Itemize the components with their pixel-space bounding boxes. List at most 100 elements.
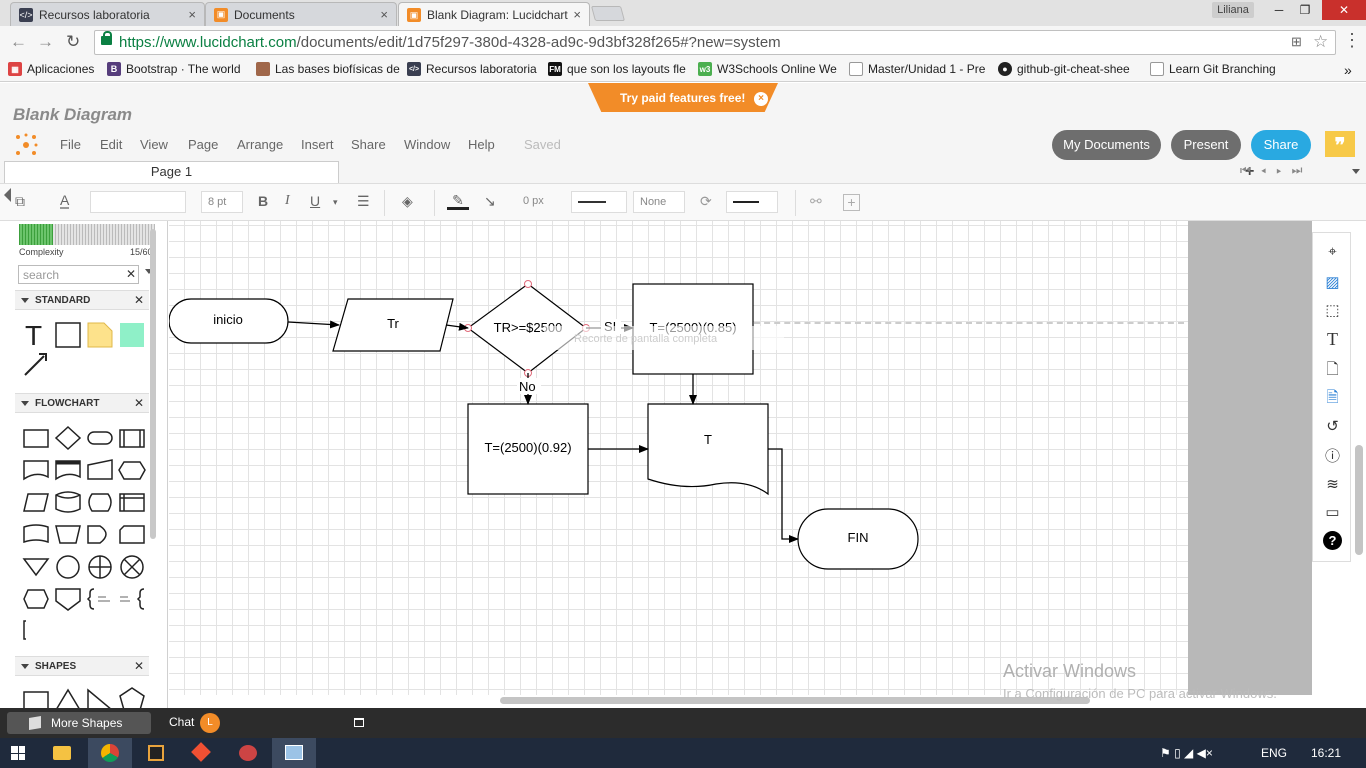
url-input[interactable]: https://www.lucidchart.com/documents/edi… <box>94 30 1336 55</box>
window-close-icon[interactable]: ✕ <box>1322 0 1366 20</box>
font-size-field[interactable]: 8 pt <box>201 191 243 213</box>
menu-insert[interactable]: Insert <box>301 137 334 152</box>
flowchart-shapes-grid[interactable] <box>18 423 150 643</box>
collapse-panel-icon[interactable] <box>4 188 11 202</box>
share-button[interactable]: Share <box>1251 130 1311 160</box>
endpoint-select[interactable]: None <box>633 191 685 213</box>
taskbar-app[interactable] <box>134 738 178 768</box>
line-width-field[interactable]: 0 px <box>517 191 565 213</box>
panel-scrollbar[interactable] <box>150 229 156 539</box>
bookmarks-overflow-icon[interactable]: » <box>1344 62 1352 78</box>
menu-view[interactable]: View <box>140 137 168 152</box>
text-color-icon[interactable]: A <box>60 193 70 209</box>
underline-icon[interactable]: U <box>310 193 320 209</box>
tab-close-icon[interactable]: × <box>573 7 581 22</box>
my-documents-button[interactable]: My Documents <box>1052 130 1161 160</box>
page-settings-icon[interactable]: 🗋 <box>1313 359 1352 384</box>
present-button[interactable]: Present <box>1171 130 1241 160</box>
info-icon[interactable]: ⓘ <box>1313 445 1352 466</box>
browser-tab[interactable]: ▣ Documents × <box>205 2 397 26</box>
chat-expand-icon[interactable] <box>354 718 364 727</box>
link-icon[interactable]: ⚯ <box>810 193 822 210</box>
line-color-icon[interactable]: ✎ <box>447 193 469 210</box>
chrome-menu-icon[interactable]: ⋮ <box>1343 30 1361 51</box>
document-title[interactable]: Blank Diagram <box>13 105 132 125</box>
menu-file[interactable]: File <box>60 137 81 152</box>
menu-page[interactable]: Page <box>188 137 218 152</box>
close-section-icon[interactable]: ✕ <box>134 659 144 673</box>
presentation-icon[interactable]: ▭ <box>1313 503 1352 521</box>
fill-color-icon[interactable]: ◈ <box>402 193 413 210</box>
arrow-end-select[interactable] <box>726 191 778 213</box>
taskbar-app[interactable] <box>226 738 270 768</box>
back-icon[interactable]: ← <box>10 32 27 52</box>
star-icon[interactable]: ☆ <box>1313 32 1328 52</box>
image-icon[interactable]: ▨ <box>1313 273 1352 291</box>
help-icon[interactable]: ? <box>1323 531 1342 550</box>
taskbar-chrome[interactable] <box>88 738 132 768</box>
crosshair-icon[interactable]: ⌖ <box>1313 243 1352 260</box>
menu-edit[interactable]: Edit <box>100 137 122 152</box>
promo-close-icon[interactable]: × <box>754 92 768 106</box>
flowchart-diagram[interactable]: inicio Tr TR>=$2500 T=(2500)(0.85) <box>169 221 1188 695</box>
section-flowchart-header[interactable]: FLOWCHART ✕ <box>15 393 149 413</box>
insert-plus-icon[interactable]: + <box>843 194 860 211</box>
history-icon[interactable]: ↺ <box>1313 417 1352 435</box>
bookmark-item[interactable]: Las bases biofísicas de <box>256 62 400 76</box>
bookmark-item[interactable]: w3 W3Schools Online We <box>698 62 837 76</box>
menu-help[interactable]: Help <box>468 137 495 152</box>
avatar[interactable]: L <box>200 713 220 733</box>
start-button[interactable] <box>0 738 44 768</box>
profile-button[interactable]: Liliana <box>1212 2 1254 18</box>
clock[interactable]: 16:21 <box>1311 746 1341 760</box>
font-family-select[interactable] <box>90 191 186 213</box>
close-section-icon[interactable]: ✕ <box>134 396 144 410</box>
canvas-horizontal-scrollbar[interactable] <box>500 697 1090 704</box>
page-navigation-icons[interactable]: ⏮◂▸⏭ <box>1240 163 1312 178</box>
system-tray-icons[interactable]: ⚑ ▯ ◢ ◀× <box>1160 746 1213 760</box>
format-painter-icon[interactable]: ⧉ <box>15 193 25 210</box>
canvas-area[interactable]: inicio Tr TR>=$2500 T=(2500)(0.85) <box>169 221 1312 695</box>
translate-icon[interactable]: ⊞ <box>1291 34 1302 50</box>
bookmark-item[interactable]: Learn Git Branching <box>1150 62 1276 76</box>
new-tab-button[interactable] <box>590 6 626 21</box>
bookmark-item[interactable]: ▦ Aplicaciones <box>8 62 94 76</box>
menu-share[interactable]: Share <box>351 137 386 152</box>
diagram-page[interactable]: inicio Tr TR>=$2500 T=(2500)(0.85) <box>169 221 1188 695</box>
tab-close-icon[interactable]: × <box>380 7 388 22</box>
text-icon[interactable]: T <box>1313 329 1352 350</box>
promo-banner[interactable]: Try paid features free! × <box>588 83 778 112</box>
menu-window[interactable]: Window <box>404 137 450 152</box>
taskbar-explorer[interactable] <box>40 738 84 768</box>
menu-arrange[interactable]: Arrange <box>237 137 283 152</box>
restore-icon[interactable]: ❐ <box>1290 0 1320 20</box>
language-indicator[interactable]: ENG <box>1261 746 1287 760</box>
reload-icon[interactable]: ↻ <box>66 32 80 52</box>
basic-shapes-grid[interactable] <box>18 686 150 708</box>
italic-icon[interactable]: I <box>285 193 290 209</box>
taskbar-app[interactable] <box>180 738 224 768</box>
bookmark-item[interactable]: FM que son los layouts fle <box>548 62 686 76</box>
bookmark-item[interactable]: </> Recursos laboratoria <box>407 62 537 76</box>
standard-shapes-grid[interactable]: T <box>18 317 148 381</box>
bookmark-item[interactable]: B Bootstrap · The world <box>107 62 241 76</box>
browser-tab-active[interactable]: ▣ Blank Diagram: Lucidchart × <box>398 2 590 27</box>
browser-tab[interactable]: </> Recursos laboratoria × <box>10 2 205 26</box>
page-size-icon[interactable]: ⬚ <box>1313 301 1352 319</box>
shape-search-input[interactable]: search ✕ <box>18 265 139 284</box>
underline-dropdown-icon[interactable]: ▾ <box>333 197 338 208</box>
bookmark-item[interactable]: ● github-git-cheat-shee <box>998 62 1130 76</box>
forward-icon[interactable]: → <box>37 32 54 52</box>
output-document[interactable] <box>647 403 769 496</box>
bookmark-item[interactable]: Master/Unidad 1 - Pre <box>849 62 985 76</box>
line-pattern-select[interactable] <box>571 191 627 213</box>
taskbar-app[interactable] <box>272 738 316 768</box>
layers-icon[interactable]: ≋ <box>1313 475 1352 493</box>
chat-label[interactable]: Chat <box>169 715 194 729</box>
line-style-icon[interactable]: ↘ <box>484 193 496 210</box>
canvas-vertical-scrollbar[interactable] <box>1355 445 1363 555</box>
lucidchart-logo-icon[interactable] <box>14 133 38 157</box>
section-shapes-header[interactable]: SHAPES ✕ <box>15 656 149 676</box>
feedback-quote-icon[interactable]: ❞ <box>1325 131 1355 157</box>
more-shapes-button[interactable]: More Shapes <box>7 712 151 734</box>
